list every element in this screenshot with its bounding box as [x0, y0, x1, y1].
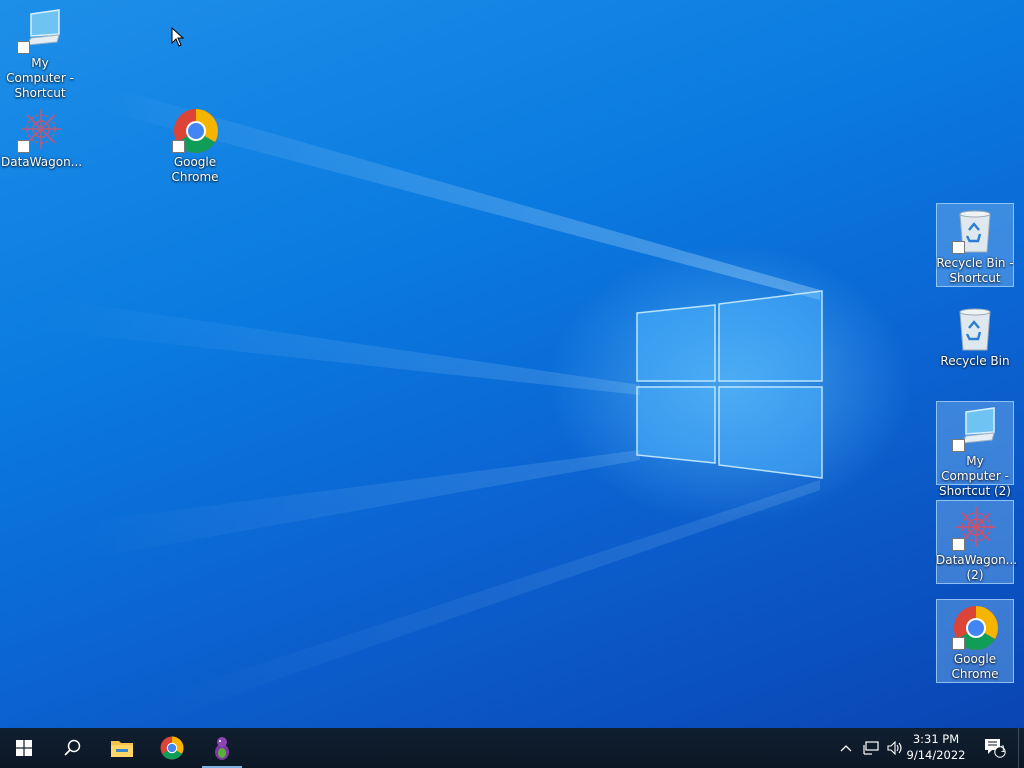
- datawagon-icon: [952, 505, 998, 551]
- chrome-icon: [172, 107, 218, 153]
- mouse-cursor-icon: [171, 27, 185, 47]
- desktop-icon-recycle-bin-shortcut[interactable]: Recycle Bin - Shortcut: [936, 203, 1014, 287]
- notification-count-badge: 1: [1000, 745, 1006, 755]
- desktop-icon-my-computer-shortcut-2[interactable]: My Computer - Shortcut (2): [936, 401, 1014, 498]
- file-explorer-button[interactable]: [98, 728, 146, 768]
- datawagon-icon: [17, 107, 63, 153]
- show-desktop-button[interactable]: [1018, 728, 1024, 768]
- desktop-icon-recycle-bin[interactable]: Recycle Bin: [936, 302, 1014, 386]
- chrome-taskbar-button[interactable]: [148, 728, 196, 768]
- desktop-icon-label: Google Chrome: [951, 652, 999, 681]
- windows-start-icon: [16, 740, 32, 756]
- desktop[interactable]: My Computer - Shortcut DataWagon... Goog…: [0, 0, 1024, 728]
- computer-icon: [952, 406, 998, 452]
- desktop-icon-google-chrome[interactable]: Google Chrome: [156, 103, 234, 187]
- desktop-icon-label: Recycle Bin - Shortcut: [936, 256, 1014, 285]
- clock-date: 9/14/2022: [906, 748, 966, 762]
- desktop-icon-label: My Computer - Shortcut: [6, 56, 74, 100]
- recycle-bin-icon: [952, 306, 998, 352]
- app-taskbar-button[interactable]: [198, 728, 246, 768]
- shortcut-arrow-icon: [952, 637, 965, 650]
- folder-icon: [111, 741, 133, 757]
- shortcut-arrow-icon: [17, 140, 30, 153]
- desktop-icon-label: My Computer - Shortcut (2): [939, 454, 1011, 498]
- volume-button[interactable]: [884, 728, 906, 768]
- shortcut-arrow-icon: [17, 41, 30, 54]
- action-center-button[interactable]: 1: [980, 728, 1010, 768]
- chrome-icon: [160, 736, 184, 760]
- shortcut-arrow-icon: [172, 140, 185, 153]
- chevron-up-icon: [840, 745, 852, 752]
- desktop-icon-my-computer-shortcut[interactable]: My Computer - Shortcut: [1, 4, 79, 100]
- start-button[interactable]: [0, 728, 48, 768]
- barney-app-icon: [215, 737, 229, 760]
- clock-time: 3:31 PM: [912, 732, 960, 746]
- computer-icon: [17, 8, 63, 54]
- speaker-icon: [887, 741, 902, 755]
- search-button[interactable]: [48, 728, 96, 768]
- network-icon: [863, 741, 879, 755]
- shortcut-arrow-icon: [952, 538, 965, 551]
- taskbar: 3:31 PM 9/14/2022 1: [0, 728, 1024, 768]
- chrome-icon: [952, 604, 998, 650]
- shortcut-arrow-icon: [952, 241, 965, 254]
- desktop-icon-label: Google Chrome: [171, 155, 219, 184]
- search-icon: [64, 739, 81, 756]
- desktop-icon-datawagon-2[interactable]: DataWagon... (2): [936, 500, 1018, 584]
- desktop-icon-google-chrome-2[interactable]: Google Chrome: [936, 599, 1014, 683]
- shortcut-arrow-icon: [952, 439, 965, 452]
- desktop-icon-label: Recycle Bin: [940, 354, 1010, 368]
- desktop-icon-label: DataWagon... (2): [936, 553, 1018, 582]
- clock[interactable]: 3:31 PM 9/14/2022: [906, 731, 966, 763]
- network-button[interactable]: [860, 728, 882, 768]
- desktop-icon-datawagon[interactable]: DataWagon...: [1, 103, 83, 187]
- show-hidden-icons-button[interactable]: [836, 728, 856, 768]
- recycle-bin-icon: [952, 208, 998, 254]
- desktop-icon-label: DataWagon...: [1, 155, 83, 169]
